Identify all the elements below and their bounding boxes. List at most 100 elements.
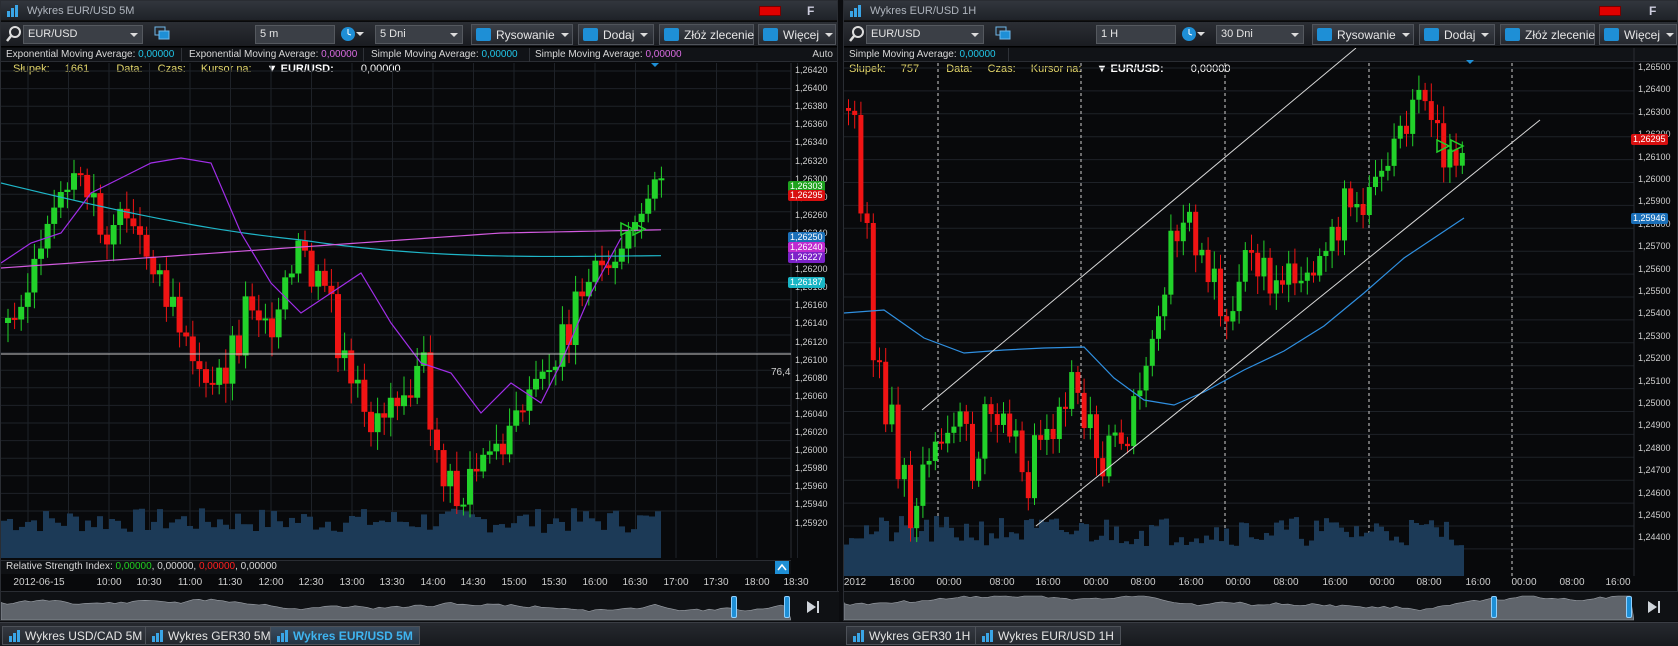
volume-bar — [1069, 534, 1074, 576]
range-select[interactable]: 5 Dni — [375, 25, 463, 44]
candle-body — [1069, 372, 1075, 409]
navigator-handle[interactable] — [1491, 596, 1497, 618]
volume-bar — [1334, 522, 1339, 576]
candle-body — [976, 458, 982, 481]
volume-bar — [337, 531, 343, 558]
candle-body — [176, 296, 183, 333]
more-button[interactable]: Więcej — [758, 24, 836, 45]
minimize-indicator[interactable] — [1599, 6, 1621, 16]
navigator-overview[interactable] — [843, 592, 1635, 622]
task-button[interactable]: Wykres USD/CAD 5M — [2, 626, 150, 645]
candle-body — [387, 397, 394, 418]
volume-bar — [169, 522, 175, 558]
search-icon[interactable] — [848, 25, 866, 43]
candle-body — [143, 234, 150, 257]
navigator-strip[interactable] — [843, 591, 1678, 622]
time-tick-label: 16:30 — [622, 577, 648, 588]
float-button[interactable]: F — [1649, 4, 1656, 18]
price-tick-label: 1,26100 — [795, 354, 828, 365]
search-icon[interactable] — [5, 25, 23, 43]
volume-bar — [319, 527, 325, 558]
draw-button[interactable]: Rysowanie — [1312, 24, 1414, 45]
candle-body — [1280, 280, 1285, 285]
candle-body — [480, 454, 487, 472]
candle-body — [1050, 428, 1056, 440]
price-tick-label: 1,26400 — [1638, 84, 1671, 95]
task-button[interactable]: Wykres EUR/USD 1H — [975, 626, 1121, 645]
draw-button[interactable]: Rysowanie — [471, 24, 573, 45]
place-order-button[interactable]: Złóż zlecenie — [1500, 24, 1595, 45]
time-tick-label: 08:00 — [1130, 577, 1156, 588]
volume-bar — [241, 524, 247, 558]
candle-body — [236, 335, 242, 356]
menu-icon — [763, 28, 778, 41]
volume-bar — [469, 514, 475, 558]
symbol-select[interactable]: EUR/USD — [866, 25, 984, 44]
candle-body — [1397, 125, 1403, 139]
legend-item: Simple Moving Average: 0,00000 — [371, 49, 518, 60]
candle-body — [1422, 89, 1428, 102]
price-tick-label: 1,26500 — [1638, 62, 1671, 72]
chart-bars-icon — [850, 5, 861, 17]
windows-icon[interactable] — [994, 25, 1012, 43]
candlestick-chart[interactable] — [844, 48, 1678, 576]
skip-end-icon[interactable] — [1647, 600, 1661, 614]
volume-bar — [49, 518, 55, 558]
interval-field[interactable]: 5 m — [255, 25, 335, 44]
volume-bar — [139, 508, 145, 558]
price-tick-label: 1,26300 — [1638, 106, 1671, 117]
task-button-active[interactable]: Wykres EUR/USD 5M — [270, 626, 420, 645]
time-tick-label: 12:30 — [298, 577, 324, 588]
volume-bar — [1129, 544, 1134, 576]
candle-body — [1187, 211, 1192, 223]
candle-body — [539, 371, 546, 379]
candle-body — [901, 464, 907, 480]
candle-body — [354, 379, 361, 384]
task-button[interactable]: Wykres GER30 5M — [145, 626, 278, 645]
price-tick-label: 1,25500 — [1638, 286, 1671, 296]
volume-bar — [463, 511, 469, 558]
add-button[interactable]: Dodaj — [578, 24, 654, 45]
task-button[interactable]: Wykres GER30 1H — [846, 626, 978, 645]
skip-end-icon[interactable] — [806, 600, 820, 614]
navigator-overview[interactable] — [0, 592, 792, 622]
range-select[interactable]: 30 Dni — [1216, 25, 1304, 44]
volume-bar — [874, 531, 879, 576]
place-order-button[interactable]: Złóż zlecenie — [659, 24, 754, 45]
candle-body — [1373, 176, 1378, 188]
candle-body — [196, 361, 203, 370]
time-axis[interactable]: 2012-06-15 10:00 10:30 11:00 11:30 12:00 12:30… — [1, 577, 808, 591]
price-tick-label: 1,26160 — [795, 300, 828, 311]
float-button[interactable]: F — [807, 4, 814, 18]
interval-field[interactable]: 1 H — [1096, 25, 1176, 44]
minimize-indicator[interactable] — [759, 6, 781, 16]
window-titlebar[interactable]: Wykres EUR/USD 1H F — [844, 1, 1677, 21]
navigator-handle[interactable] — [731, 596, 737, 618]
volume-bar — [151, 521, 157, 558]
volume-bar — [859, 538, 864, 576]
candle-body — [1087, 414, 1093, 429]
candle-body — [932, 441, 938, 461]
candlestick-chart[interactable] — [1, 63, 839, 560]
add-button[interactable]: Dodaj — [1419, 24, 1495, 45]
time-axis[interactable]: 2012 16:00 00:00 08:00 16:00 00:00 08:00 16:00 0… — [844, 577, 1634, 591]
expand-panel-icon[interactable] — [775, 561, 789, 574]
candle-body — [38, 248, 44, 259]
chevron-down-icon[interactable] — [355, 25, 365, 43]
chart-window-eurusd-1h[interactable]: Wykres EUR/USD 1H F EUR/USD 1 H 30 Dni R… — [843, 0, 1678, 621]
volume-bar — [1269, 535, 1274, 576]
candle-body — [572, 291, 579, 346]
windows-icon[interactable] — [153, 25, 171, 43]
more-button[interactable]: Więcej — [1599, 24, 1677, 45]
window-titlebar[interactable]: Wykres EUR/USD 5M F — [1, 1, 837, 21]
navigator-handle[interactable] — [784, 596, 790, 618]
volume-bar — [1119, 543, 1124, 576]
candle-body — [994, 414, 1000, 425]
navigator-handle[interactable] — [1626, 596, 1632, 618]
chart-window-eurusd-5m[interactable]: Wykres EUR/USD 5M F EUR/USD 5 m 5 Dni Ry… — [0, 0, 839, 622]
candle-body — [394, 397, 401, 407]
symbol-select[interactable]: EUR/USD — [23, 25, 143, 44]
autoscale-label[interactable]: Auto — [812, 49, 833, 60]
chevron-down-icon[interactable] — [1196, 25, 1206, 43]
navigator-strip[interactable] — [0, 591, 839, 622]
